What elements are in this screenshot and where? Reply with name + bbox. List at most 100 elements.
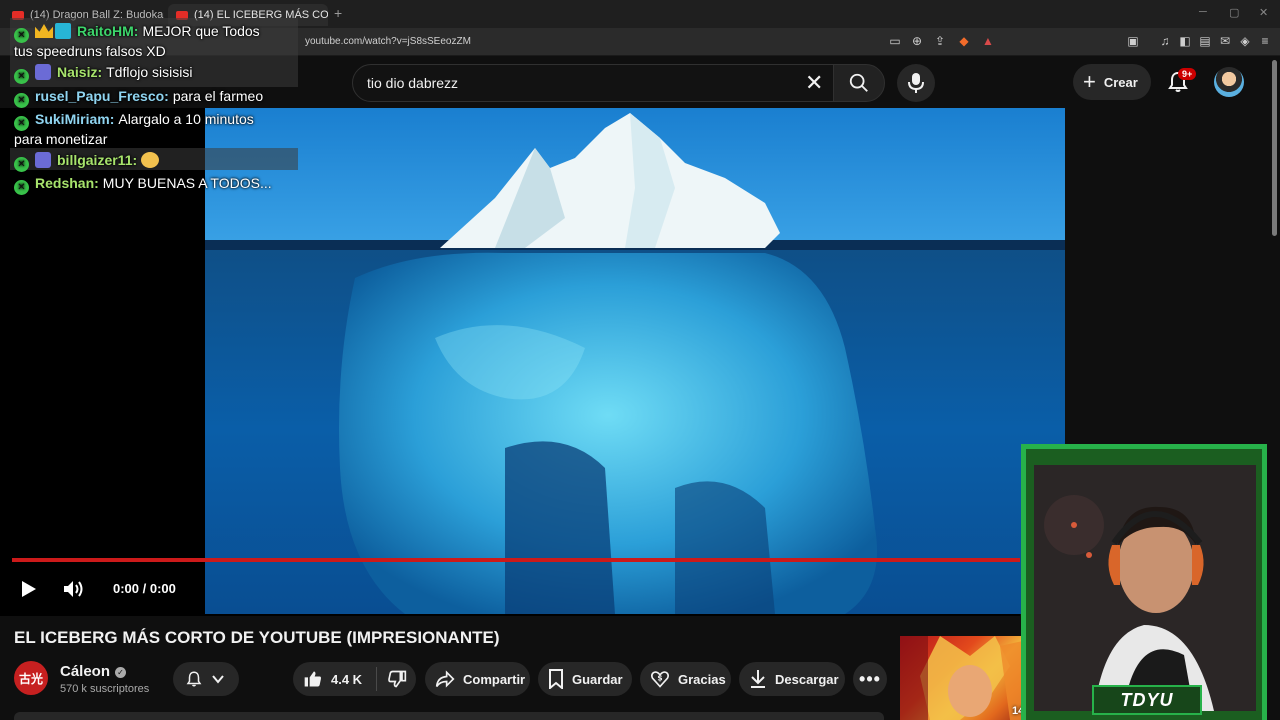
mod-badge-icon: ✕ xyxy=(14,93,29,108)
rewards-icon[interactable]: ▲ xyxy=(981,34,995,48)
chat-message: ✕ SukiMiriam: Alargalo a 10 minutos xyxy=(14,109,254,131)
chat-message: ✕ Redshan: MUY BUENAS A TODOS... xyxy=(14,173,272,195)
share-page-icon[interactable]: ⇪ xyxy=(933,34,947,48)
subscriber-badge-icon xyxy=(55,23,71,39)
chat-text: Tdflojo sisisisi xyxy=(106,64,193,80)
like-icon[interactable] xyxy=(303,669,323,689)
sidebar-icon[interactable]: ◧ xyxy=(1178,34,1192,48)
screen-cast-icon[interactable]: ▭ xyxy=(888,34,902,48)
chat-username: Naisiz: xyxy=(57,64,103,80)
mod-badge-icon: ✕ xyxy=(14,157,29,172)
chat-username: RaitoHM: xyxy=(77,23,139,39)
search-query-text: tio dio dabrezz xyxy=(367,75,459,91)
verified-check-icon: ✓ xyxy=(115,667,127,678)
maximize-icon[interactable]: ▢ xyxy=(1229,6,1239,19)
more-icon: ••• xyxy=(859,668,881,689)
clear-search-icon[interactable]: ✕ xyxy=(805,72,823,94)
save-button[interactable]: Guardar xyxy=(538,662,632,696)
chat-text: MEJOR que Todos xyxy=(142,23,260,39)
page-scrollbar[interactable] xyxy=(1272,60,1277,236)
channel-name[interactable]: Cáleon ✓ xyxy=(60,663,127,680)
chat-message: ✕ billgaizer11: xyxy=(14,150,160,172)
microphone-icon xyxy=(908,73,924,93)
mod-badge-icon: ✕ xyxy=(14,180,29,195)
webcam-name-label: TDYU xyxy=(1092,685,1202,715)
play-icon[interactable] xyxy=(18,579,38,599)
create-label: Crear xyxy=(1103,74,1138,90)
chat-text: Alargalo a 10 minutos xyxy=(118,111,254,127)
thanks-button[interactable]: $ Gracias xyxy=(640,662,731,696)
plus-icon: + xyxy=(1083,69,1096,94)
create-button[interactable]: + Crear xyxy=(1073,64,1151,100)
like-dislike-group: 4.4 K xyxy=(293,662,416,696)
wallet-icon[interactable]: ▤ xyxy=(1198,34,1212,48)
dislike-icon[interactable] xyxy=(387,669,407,689)
channel-avatar[interactable]: 古光 xyxy=(14,661,48,695)
chat-message-continued: para monetizar xyxy=(14,129,107,149)
webcam-overlay xyxy=(1021,444,1267,720)
bookmark-icon xyxy=(549,669,563,689)
download-label: Descargar xyxy=(775,671,839,687)
chat-text: para monetizar xyxy=(14,131,108,147)
stream-chat-overlay: ✕ RaitoHM: MEJOR que Todos tus speedruns f… xyxy=(10,18,298,200)
chat-text: tus speedruns falsos XD xyxy=(14,43,166,59)
thanks-label: Gracias xyxy=(678,671,726,687)
gift-badge-icon xyxy=(35,152,51,168)
save-label: Guardar xyxy=(572,671,623,687)
vpn-icon[interactable]: ◈ xyxy=(1238,34,1252,48)
share-label: Compartir xyxy=(463,671,526,687)
sidebar-panel-icon[interactable]: ▣ xyxy=(1126,34,1140,48)
window-close-icon[interactable]: ✕ xyxy=(1259,6,1268,19)
search-button[interactable] xyxy=(833,64,885,102)
video-title: EL ICEBERG MÁS CORTO DE YOUTUBE (IMPRESI… xyxy=(14,628,500,647)
channel-name-text: Cáleon xyxy=(60,663,111,680)
crown-badge-icon xyxy=(35,24,53,38)
share-button[interactable]: Compartir xyxy=(425,662,530,696)
description-box-edge xyxy=(14,712,884,720)
zoom-icon[interactable]: ⊕ xyxy=(910,34,924,48)
user-avatar[interactable] xyxy=(1214,67,1244,97)
subscriber-count: 570 k suscriptores xyxy=(60,683,150,695)
download-icon xyxy=(751,670,765,688)
mod-badge-icon: ✕ xyxy=(14,69,29,84)
volume-icon[interactable] xyxy=(62,578,86,600)
url-field[interactable]: youtube.com/watch?v=jS8sSEeozZM xyxy=(305,36,471,47)
brave-shield-icon[interactable]: ◆ xyxy=(957,34,971,48)
notifications-badge: 9+ xyxy=(1178,68,1197,80)
gift-badge-icon xyxy=(35,64,51,80)
svg-text:$: $ xyxy=(657,674,662,683)
chat-message: ✕ RaitoHM: MEJOR que Todos xyxy=(14,21,298,43)
chat-username: Redshan: xyxy=(35,175,99,191)
search-input[interactable]: tio dio dabrezz ✕ xyxy=(352,64,834,102)
more-actions-button[interactable]: ••• xyxy=(853,662,887,696)
webcam-feed xyxy=(1034,465,1256,711)
like-count[interactable]: 4.4 K xyxy=(331,672,362,687)
chat-message: ✕ Naisiz: Tdflojo sisisisi xyxy=(14,62,192,84)
music-icon[interactable]: ♫ xyxy=(1158,34,1172,48)
super-thanks-icon: $ xyxy=(651,671,669,688)
emote-icon xyxy=(141,152,160,168)
chat-message: ✕ rusel_Papu_Fresco: para el farmeo xyxy=(14,86,263,108)
bell-icon xyxy=(186,671,202,687)
chat-message-continued: tus speedruns falsos XD xyxy=(14,41,166,61)
chat-username: SukiMiriam: xyxy=(35,111,115,127)
subscription-bell-button[interactable] xyxy=(173,662,239,696)
chevron-down-icon xyxy=(212,675,224,684)
extensions-icon[interactable]: ✉ xyxy=(1218,34,1232,48)
menu-icon[interactable]: ≡ xyxy=(1258,34,1272,48)
voice-search-button[interactable] xyxy=(897,64,935,102)
chat-username: rusel_Papu_Fresco: xyxy=(35,88,169,104)
like-divider xyxy=(376,667,378,691)
time-display: 0:00 / 0:00 xyxy=(113,581,176,596)
download-button[interactable]: Descargar xyxy=(739,662,845,696)
video-frame-iceberg xyxy=(205,108,1065,614)
search-icon xyxy=(849,73,868,92)
webcam-person xyxy=(1034,465,1256,711)
progress-bar[interactable] xyxy=(12,558,1020,562)
new-tab-button[interactable]: + xyxy=(334,5,342,21)
chat-text: para el farmeo xyxy=(172,88,264,104)
minimize-icon[interactable]: ─ xyxy=(1199,6,1207,18)
chat-text: MUY BUENAS A TODOS... xyxy=(102,175,272,191)
chat-username: billgaizer11: xyxy=(57,152,138,168)
share-icon xyxy=(435,670,455,688)
